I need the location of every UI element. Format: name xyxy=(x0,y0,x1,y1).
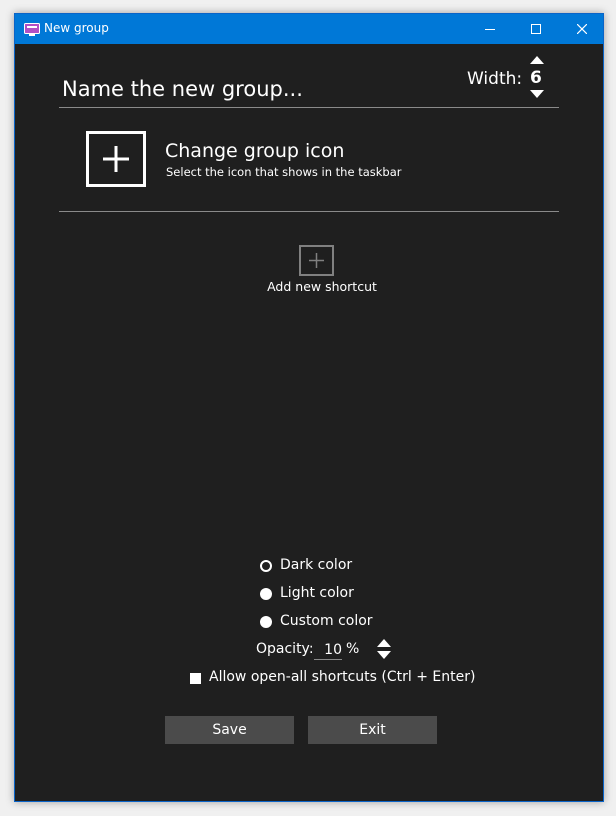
plus-icon xyxy=(103,146,129,172)
change-icon-button[interactable] xyxy=(86,131,146,187)
radio-light-color[interactable] xyxy=(260,588,272,600)
radio-label-light-color[interactable]: Light color xyxy=(280,585,354,601)
opacity-label: Opacity: xyxy=(256,641,314,657)
change-icon-subtitle: Select the icon that shows in the taskba… xyxy=(166,165,402,179)
section-divider xyxy=(59,211,559,212)
plus-icon xyxy=(309,253,324,268)
title-bar[interactable]: New group xyxy=(15,14,603,44)
close-icon xyxy=(577,24,587,34)
maximize-button[interactable] xyxy=(513,14,559,44)
allow-open-all-checkbox[interactable] xyxy=(190,673,201,684)
width-value[interactable]: 6 xyxy=(530,68,542,88)
radio-dark-color[interactable] xyxy=(260,560,272,572)
exit-button[interactable]: Exit xyxy=(308,716,437,744)
radio-label-custom-color[interactable]: Custom color xyxy=(280,613,373,629)
maximize-icon xyxy=(531,24,541,34)
app-icon xyxy=(24,22,40,36)
change-icon-title[interactable]: Change group icon xyxy=(165,140,344,162)
new-group-window: New group Width: 6 Cha xyxy=(14,13,604,802)
minimize-button[interactable] xyxy=(467,14,513,44)
window-title: New group xyxy=(44,21,109,35)
width-decrease-icon[interactable] xyxy=(530,90,544,98)
opacity-increase-icon[interactable] xyxy=(377,639,391,647)
minimize-icon xyxy=(485,29,495,30)
group-name-input[interactable] xyxy=(62,72,442,106)
opacity-unit: % xyxy=(346,641,360,657)
width-increase-icon[interactable] xyxy=(530,56,544,64)
radio-custom-color[interactable] xyxy=(260,616,272,628)
width-label: Width: xyxy=(467,69,523,89)
opacity-decrease-icon[interactable] xyxy=(377,651,391,659)
add-shortcut-button[interactable] xyxy=(299,245,334,276)
opacity-input[interactable] xyxy=(314,640,342,660)
allow-open-all-label[interactable]: Allow open-all shortcuts (Ctrl + Enter) xyxy=(209,669,475,685)
save-button[interactable]: Save xyxy=(165,716,294,744)
close-button[interactable] xyxy=(559,14,605,44)
radio-label-dark-color[interactable]: Dark color xyxy=(280,557,352,573)
add-shortcut-label[interactable]: Add new shortcut xyxy=(215,279,429,294)
group-name-underline xyxy=(59,107,559,108)
